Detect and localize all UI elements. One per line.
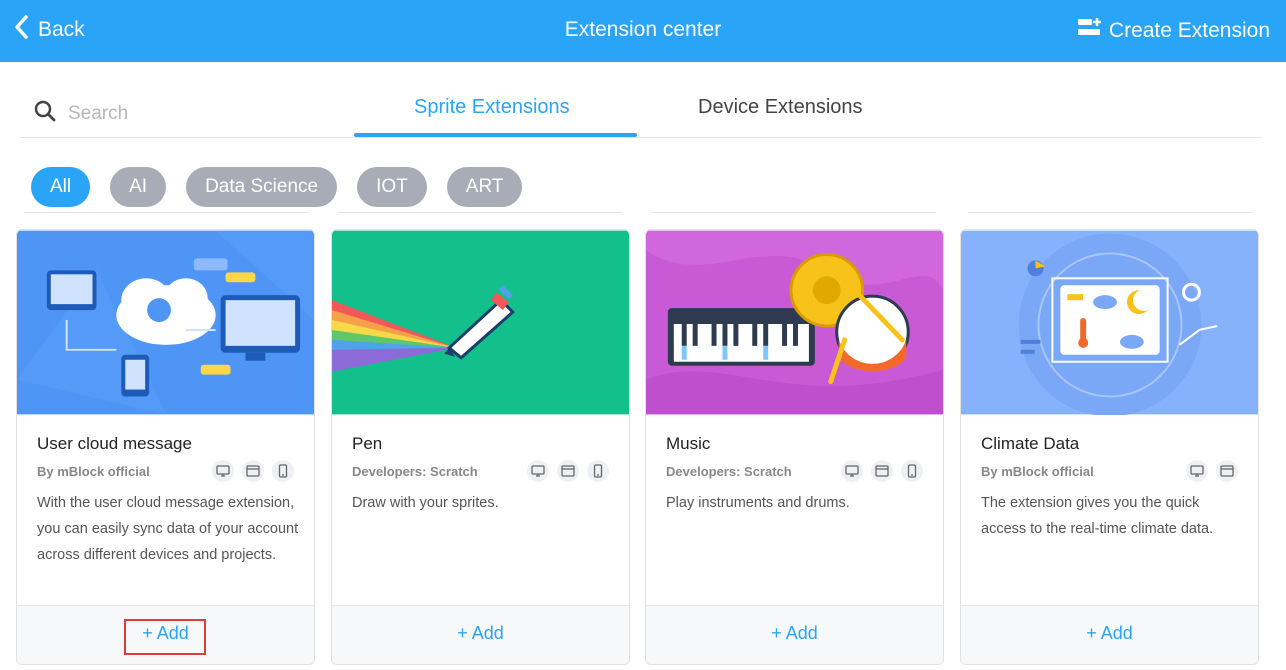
create-extension-label: Create Extension [1108,19,1270,42]
cloud-message-illustration [17,230,314,415]
pen-illustration [332,230,629,415]
search-input[interactable] [68,102,268,125]
card-author: By mBlock official [37,464,150,479]
active-tab-indicator [354,133,637,137]
tab-sprite-extensions[interactable]: Sprite Extensions [414,96,570,119]
desktop-icon [212,460,234,482]
platform-icons [1186,460,1238,482]
card-author: By mBlock official [981,464,1094,479]
extension-card-climate-data[interactable]: Climate Data By mBlock official The exte… [960,229,1259,665]
filter-data-science[interactable]: Data Science [186,167,338,207]
browser-icon [871,460,893,482]
platform-icons [841,460,923,482]
add-button[interactable]: + Add [765,621,824,646]
climate-data-illustration [961,230,1258,415]
extension-card-music[interactable]: Music Developers: Scratch Play instrumen… [645,229,944,665]
mobile-icon [901,460,923,482]
create-extension-button[interactable]: Create Extension [1077,17,1270,45]
search-box[interactable] [34,100,268,127]
divider [338,212,622,213]
search-tabs-row: Sprite Extensions Device Extensions [20,86,1262,138]
card-description: Draw with your sprites. [352,495,499,511]
highlight-box [124,619,206,655]
browser-icon [1216,460,1238,482]
filter-iot[interactable]: IOT [357,167,427,207]
card-footer: + Add [961,605,1258,664]
card-author: Developers: Scratch [352,464,478,479]
extension-card-user-cloud-message[interactable]: User cloud message By mBlock official Wi… [16,229,315,665]
card-title: Music [666,434,711,453]
card-description: Play instruments and drums. [666,495,850,511]
create-extension-icon [1077,17,1103,45]
card-author: Developers: Scratch [666,464,792,479]
browser-icon [242,460,264,482]
desktop-icon [841,460,863,482]
top-bar: Back Extension center Create Extension [0,0,1286,62]
add-button[interactable]: + Add [451,621,510,646]
add-button[interactable]: + Add [1080,621,1139,646]
card-title: Climate Data [981,434,1080,453]
card-footer: + Add [646,605,943,664]
divider [968,212,1252,213]
desktop-icon [1186,460,1208,482]
filter-art[interactable]: ART [446,167,523,207]
card-footer: + Add [332,605,629,664]
extension-card-pen[interactable]: Pen Developers: Scratch Draw with your s… [331,229,630,665]
divider [24,212,308,213]
category-filters: All AI Data Science IOT ART [31,167,523,207]
platform-icons [527,460,609,482]
mobile-icon [587,460,609,482]
card-title: Pen [352,434,383,453]
mobile-icon [272,460,294,482]
desktop-icon [527,460,549,482]
card-title: User cloud message [37,434,192,453]
card-description: The extension gives you the quick access… [981,495,1214,537]
browser-icon [557,460,579,482]
divider [652,212,936,213]
tab-device-extensions[interactable]: Device Extensions [698,96,863,119]
filter-all[interactable]: All [31,167,91,207]
filter-ai[interactable]: AI [110,167,167,207]
platform-icons [212,460,294,482]
music-illustration [646,230,943,415]
search-icon [34,100,56,127]
card-description: With the user cloud message extension, y… [37,495,299,563]
